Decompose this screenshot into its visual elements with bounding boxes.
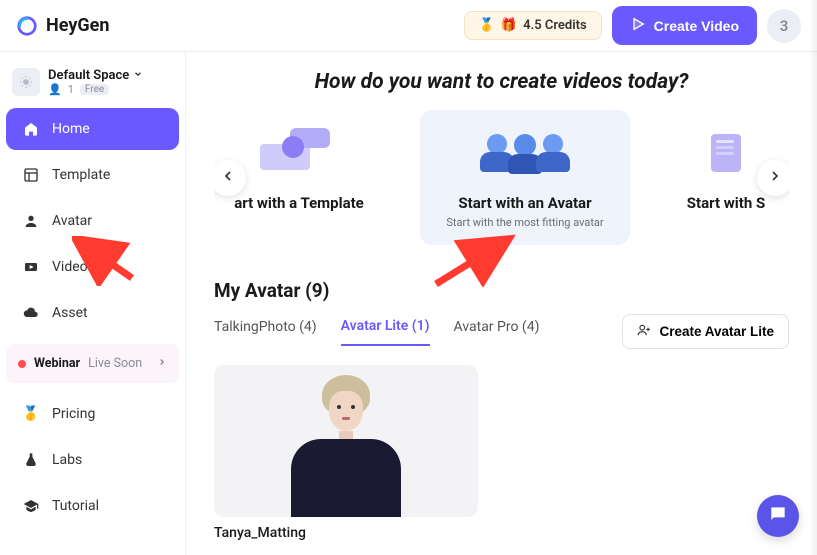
webinar-label: Webinar (34, 356, 80, 371)
sidebar-item-label: Labs (52, 452, 163, 468)
credits-pill[interactable]: 🥇 🎁 4.5 Credits (464, 11, 602, 40)
workspace-switcher[interactable]: Default Space 👤 1 Free (0, 62, 185, 106)
coin-icon: 🥇 (479, 18, 495, 33)
chevron-down-icon (133, 68, 143, 83)
template-icon (22, 166, 40, 184)
sidebar-item-label: Tutorial (52, 498, 163, 514)
cloud-icon (22, 304, 40, 322)
plan-badge: Free (80, 84, 109, 95)
chat-icon (768, 504, 788, 528)
create-video-button[interactable]: Create Video (612, 6, 757, 45)
create-avatar-lite-label: Create Avatar Lite (659, 324, 774, 339)
card-title: Start with S (687, 194, 765, 212)
avatar-icon (22, 212, 40, 230)
avatar-illustration (480, 124, 570, 182)
carousel-next-button[interactable] (757, 160, 789, 196)
pricing-icon: 🥇 (22, 405, 40, 423)
user-plus-icon (637, 323, 651, 340)
sidebar-item-label: Asset (52, 305, 163, 321)
avatar-name: Tanya_Matting (214, 525, 478, 541)
chevron-right-icon (157, 356, 167, 371)
tab-avatar-pro[interactable]: Avatar Pro (4) (454, 319, 540, 345)
card-title: Start with an Avatar (458, 194, 591, 212)
flask-icon (22, 451, 40, 469)
avatar-thumbnail (214, 365, 478, 517)
avatar-tabs: TalkingPhoto (4) Avatar Lite (1) Avatar … (214, 314, 789, 349)
create-video-label: Create Video (654, 18, 739, 34)
avatar-gallery: Tanya_Matting (214, 365, 789, 541)
sidebar-item-home[interactable]: Home (6, 108, 179, 150)
card-title: art with a Template (234, 194, 364, 212)
brand-name: HeyGen (46, 15, 109, 36)
brand-logo-icon (16, 15, 38, 37)
tab-talkingphoto[interactable]: TalkingPhoto (4) (214, 319, 317, 345)
workspace-icon (12, 68, 40, 96)
support-chat-button[interactable] (757, 495, 799, 537)
home-icon (22, 120, 40, 138)
sidebar-item-asset[interactable]: Asset (6, 292, 179, 334)
card-subtitle: Start with the most fitting avatar (446, 216, 603, 229)
sidebar-item-label: Avatar (52, 213, 163, 229)
avatar-card[interactable]: Tanya_Matting (214, 365, 478, 541)
script-illustration (701, 124, 751, 182)
avatar-portrait (281, 367, 411, 517)
workspace-name: Default Space (48, 68, 129, 83)
sidebar-item-pricing[interactable]: 🥇 Pricing (6, 393, 179, 435)
brand[interactable]: HeyGen (16, 15, 109, 37)
credits-label: 4.5 Credits (523, 18, 587, 33)
app-header: HeyGen 🥇 🎁 4.5 Credits Create Video 3 (0, 0, 817, 52)
tab-avatar-lite[interactable]: Avatar Lite (1) (341, 318, 430, 346)
gift-icon: 🎁 (501, 18, 517, 33)
sidebar-item-labs[interactable]: Labs (6, 439, 179, 481)
sidebar-item-label: Pricing (52, 406, 163, 422)
start-cards-carousel: art with a Template Start with an Avatar… (214, 110, 789, 245)
video-icon (22, 258, 40, 276)
sidebar-item-label: Template (52, 167, 163, 183)
chevron-right-icon (767, 168, 783, 187)
page-headline: How do you want to create videos today? (214, 70, 789, 94)
live-dot-icon (18, 360, 26, 368)
member-icon: 👤 (48, 83, 62, 96)
template-illustration (254, 124, 344, 182)
create-avatar-lite-button[interactable]: Create Avatar Lite (622, 314, 789, 349)
profile-avatar-number: 3 (780, 17, 789, 35)
sidebar-item-template[interactable]: Template (6, 154, 179, 196)
sidebar-item-tutorial[interactable]: Tutorial (6, 485, 179, 527)
start-card-avatar[interactable]: Start with an Avatar Start with the most… (420, 110, 630, 245)
profile-avatar[interactable]: 3 (767, 9, 801, 43)
main-content: How do you want to create videos today? … (186, 52, 817, 555)
sidebar-item-label: Home (52, 121, 163, 137)
sidebar-item-webinar[interactable]: Webinar Live Soon (6, 344, 179, 383)
graduation-icon (22, 497, 40, 515)
webinar-sub: Live Soon (88, 356, 142, 371)
member-count: 1 (68, 83, 74, 96)
chevron-left-icon (220, 168, 236, 187)
sidebar: Default Space 👤 1 Free Home Template Ava… (0, 52, 186, 555)
play-add-icon (630, 16, 646, 35)
